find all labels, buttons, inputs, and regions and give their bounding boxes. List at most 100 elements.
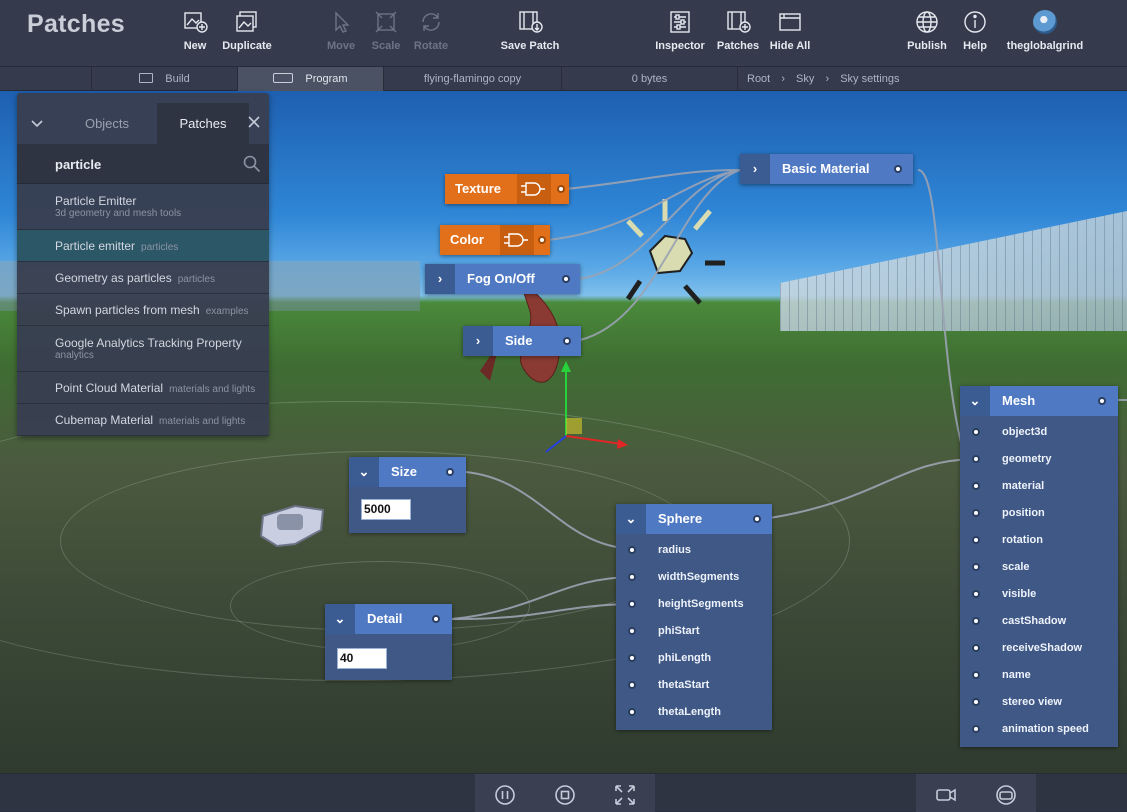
chevron-down-icon[interactable]: ⌄ [325, 604, 355, 634]
input-port[interactable] [972, 428, 980, 436]
basic-material-node[interactable]: › Basic Material [740, 154, 913, 184]
color-node[interactable]: Color [440, 225, 550, 255]
port-row[interactable]: material [960, 473, 1118, 500]
input-port[interactable] [628, 654, 636, 662]
light-icon[interactable] [610, 191, 730, 311]
save-patch-button[interactable]: Save Patch [500, 10, 560, 52]
search-result-item[interactable]: Particle emitter particles [17, 230, 269, 262]
search-result-item[interactable]: Geometry as particles particles [17, 262, 269, 294]
rotate-button[interactable]: Rotate [412, 10, 450, 52]
tab-patches[interactable]: Patches [157, 103, 249, 144]
search-result-item[interactable]: Cubemap Material materials and lights [17, 404, 269, 436]
output-port[interactable] [557, 185, 565, 193]
port-row[interactable]: widthSegments [616, 564, 772, 591]
scale-button[interactable]: Scale [370, 10, 402, 52]
input-port[interactable] [628, 573, 636, 581]
input-port[interactable] [628, 546, 636, 554]
vr-view-button[interactable] [976, 774, 1036, 812]
output-port[interactable] [753, 515, 761, 523]
side-node[interactable]: › Side [463, 326, 581, 356]
input-port[interactable] [972, 455, 980, 463]
port-row[interactable]: geometry [960, 446, 1118, 473]
port-row[interactable]: animation speed [960, 716, 1118, 743]
collapse-panel-button[interactable] [17, 103, 57, 144]
new-button[interactable]: New [180, 10, 210, 52]
input-port[interactable] [972, 725, 980, 733]
port-row[interactable]: stereo view [960, 689, 1118, 716]
port-row[interactable]: thetaLength [616, 699, 772, 726]
output-port[interactable] [538, 236, 546, 244]
output-port[interactable] [432, 615, 440, 623]
output-port[interactable] [563, 337, 571, 345]
mesh-node[interactable]: ⌄ Mesh object3d geometry material position r… [960, 386, 1118, 747]
breadcrumb-sky-settings[interactable]: Sky settings [840, 73, 899, 85]
size-value-input[interactable]: 5000 [361, 499, 411, 520]
port-row[interactable]: thetaStart [616, 672, 772, 699]
port-row[interactable]: object3d [960, 419, 1118, 446]
chevron-down-icon[interactable]: ⌄ [960, 386, 990, 416]
hide-all-button[interactable]: Hide All [768, 10, 812, 52]
sphere-node[interactable]: ⌄ Sphere radius widthSegments heightSegmen… [616, 504, 772, 730]
input-port[interactable] [628, 708, 636, 716]
input-port[interactable] [972, 617, 980, 625]
input-port[interactable] [972, 536, 980, 544]
search-result-item[interactable]: Point Cloud Material materials and lights [17, 372, 269, 404]
output-port[interactable] [894, 165, 902, 173]
chevron-right-icon[interactable]: › [425, 264, 455, 294]
chevron-down-icon[interactable]: ⌄ [616, 504, 646, 534]
port-row[interactable]: phiLength [616, 645, 772, 672]
patches-button[interactable]: Patches [716, 10, 760, 52]
search-input[interactable] [53, 144, 233, 184]
stop-button[interactable] [535, 774, 595, 812]
port-row[interactable]: rotation [960, 527, 1118, 554]
chevron-right-icon[interactable]: › [463, 326, 493, 356]
input-port[interactable] [628, 600, 636, 608]
port-row[interactable]: scale [960, 554, 1118, 581]
breadcrumb-sky[interactable]: Sky [796, 73, 814, 85]
output-port[interactable] [562, 275, 570, 283]
search-icon[interactable] [243, 155, 261, 173]
search-result-item[interactable]: Particle Emitter 3d geometry and mesh too… [17, 184, 269, 230]
size-node[interactable]: ⌄ Size 5000 [349, 457, 466, 533]
port-row[interactable]: heightSegments [616, 591, 772, 618]
vr-headset-icon[interactable] [255, 496, 330, 556]
camera-button[interactable] [916, 774, 976, 812]
input-port[interactable] [972, 563, 980, 571]
port-row[interactable]: phiStart [616, 618, 772, 645]
pause-button[interactable] [475, 774, 535, 812]
fog-node[interactable]: › Fog On/Off [425, 264, 580, 294]
input-port[interactable] [628, 627, 636, 635]
input-port[interactable] [972, 590, 980, 598]
output-port[interactable] [446, 468, 454, 476]
program-tab[interactable]: Program [237, 67, 383, 91]
input-port[interactable] [628, 681, 636, 689]
user-account-button[interactable]: theglobalgrind [1002, 10, 1088, 52]
transform-gizmo[interactable] [530, 356, 640, 466]
breadcrumb-root[interactable]: Root [747, 73, 770, 85]
help-button[interactable]: Help [959, 10, 991, 52]
output-port[interactable] [1098, 397, 1106, 405]
tab-objects[interactable]: Objects [57, 103, 157, 144]
input-port[interactable] [972, 671, 980, 679]
port-row[interactable]: radius [616, 537, 772, 564]
port-row[interactable]: castShadow [960, 608, 1118, 635]
input-port[interactable] [972, 509, 980, 517]
build-tab[interactable]: Build [91, 67, 237, 91]
detail-node[interactable]: ⌄ Detail 40 [325, 604, 452, 680]
publish-button[interactable]: Publish [905, 10, 949, 52]
search-result-item[interactable]: Google Analytics Tracking Property analyt… [17, 326, 269, 372]
port-row[interactable]: receiveShadow [960, 635, 1118, 662]
input-port[interactable] [972, 482, 980, 490]
input-port[interactable] [972, 698, 980, 706]
port-row[interactable]: position [960, 500, 1118, 527]
port-row[interactable]: name [960, 662, 1118, 689]
fullscreen-button[interactable] [595, 774, 655, 812]
inspector-button[interactable]: Inspector [654, 10, 706, 52]
detail-value-input[interactable]: 40 [337, 648, 387, 669]
port-row[interactable]: visible [960, 581, 1118, 608]
search-result-item[interactable]: Spawn particles from mesh examples [17, 294, 269, 326]
move-button[interactable]: Move [325, 10, 357, 52]
duplicate-button[interactable]: Duplicate [220, 10, 274, 52]
chevron-down-icon[interactable]: ⌄ [349, 457, 379, 487]
texture-node[interactable]: Texture [445, 174, 569, 204]
